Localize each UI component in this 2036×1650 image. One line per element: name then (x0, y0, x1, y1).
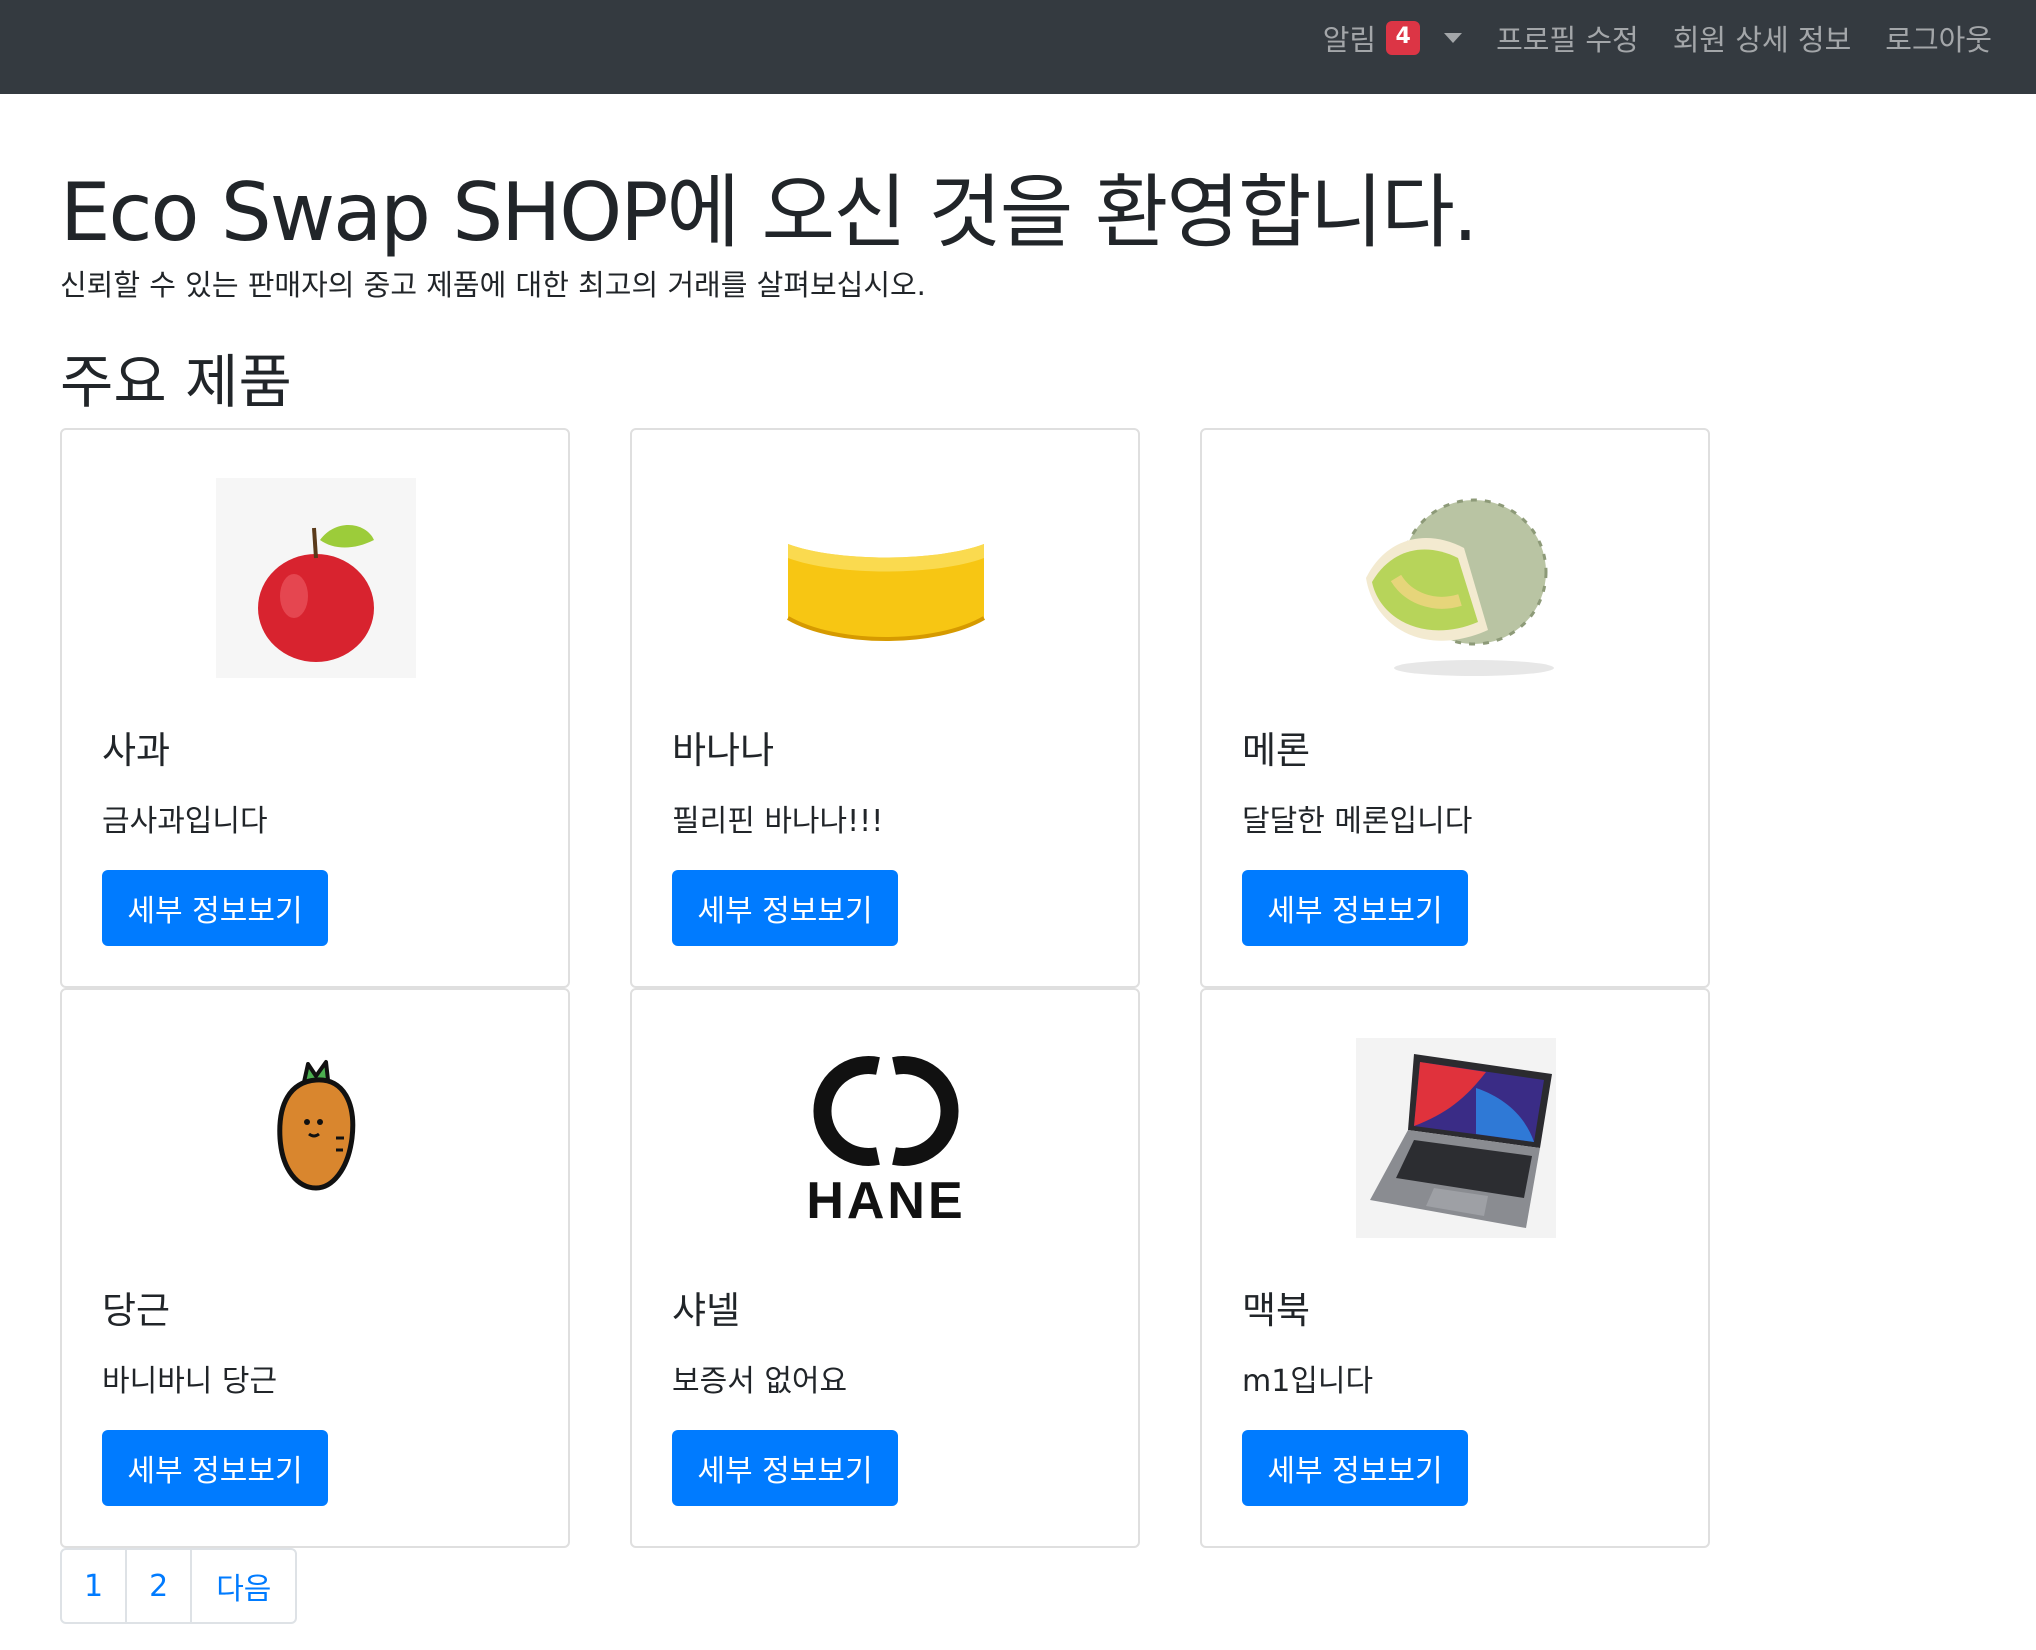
carrot-icon (216, 1038, 416, 1238)
product-description: m1입니다 (1242, 1364, 1374, 1399)
alerts-count-badge: 4 (1386, 21, 1421, 55)
product-description: 보증서 없어요 (672, 1364, 848, 1399)
chevron-down-icon (1444, 33, 1463, 43)
next-page-link[interactable]: 다음 (192, 1550, 295, 1622)
laptop-icon (1356, 1038, 1556, 1238)
product-name: 맥북 (1242, 1289, 1311, 1332)
view-details-button[interactable]: 세부 정보보기 (672, 870, 898, 946)
page-2-link[interactable]: 2 (127, 1550, 193, 1622)
product-card: 바나나 필리핀 바나나!!! 세부 정보보기 (630, 428, 1140, 988)
page-subtitle: 신뢰할 수 있는 판매자의 중고 제품에 대한 최고의 거래를 살펴보십시오. (60, 268, 926, 302)
apple-icon (216, 478, 416, 678)
product-card: 맥북 m1입니다 세부 정보보기 (1200, 988, 1710, 1548)
product-description: 바니바니 당근 (102, 1364, 278, 1399)
view-details-button[interactable]: 세부 정보보기 (102, 1430, 328, 1506)
melon-icon (1356, 478, 1556, 678)
profile-edit-link[interactable]: 프로필 수정 (1496, 17, 1639, 59)
product-card: 메론 달달한 메론입니다 세부 정보보기 (1200, 428, 1710, 988)
product-name: 바나나 (672, 729, 775, 772)
view-details-button[interactable]: 세부 정보보기 (1242, 1430, 1468, 1506)
banana-icon (786, 478, 986, 678)
view-details-button[interactable]: 세부 정보보기 (1242, 870, 1468, 946)
logo-text: HANE (806, 1172, 965, 1230)
product-name: 샤넬 (672, 1289, 741, 1332)
navbar-menu: 알림 4 프로필 수정 회원 상세 정보 로그아웃 (1323, 0, 1992, 76)
product-description: 달달한 메론입니다 (1242, 804, 1473, 839)
member-details-link[interactable]: 회원 상세 정보 (1673, 17, 1852, 59)
page-1-link[interactable]: 1 (62, 1550, 128, 1622)
product-card: 당근 바니바니 당근 세부 정보보기 (60, 988, 570, 1548)
alerts-dropdown-toggle[interactable]: 알림 4 (1322, 17, 1463, 59)
product-name: 당근 (102, 1289, 171, 1332)
product-description: 필리핀 바나나!!! (672, 804, 884, 839)
page-title: Eco Swap SHOP에 오신 것을 환영합니다. (60, 166, 1478, 259)
product-card: HANE 샤넬 보증서 없어요 세부 정보보기 (630, 988, 1140, 1548)
product-description: 금사과입니다 (102, 804, 268, 839)
top-navbar: 알림 4 프로필 수정 회원 상세 정보 로그아웃 (0, 0, 2036, 94)
product-name: 메론 (1242, 729, 1311, 772)
product-card: 사과 금사과입니다 세부 정보보기 (60, 428, 570, 988)
section-title: 주요 제품 (60, 348, 292, 416)
pagination: 1 2 다음 (60, 1548, 298, 1624)
chanel-logo: HANE (786, 1038, 986, 1238)
view-details-button[interactable]: 세부 정보보기 (102, 870, 328, 946)
alerts-label: 알림 (1322, 23, 1377, 57)
logout-link[interactable]: 로그아웃 (1885, 17, 1992, 59)
product-name: 사과 (102, 729, 171, 772)
view-details-button[interactable]: 세부 정보보기 (672, 1430, 898, 1506)
